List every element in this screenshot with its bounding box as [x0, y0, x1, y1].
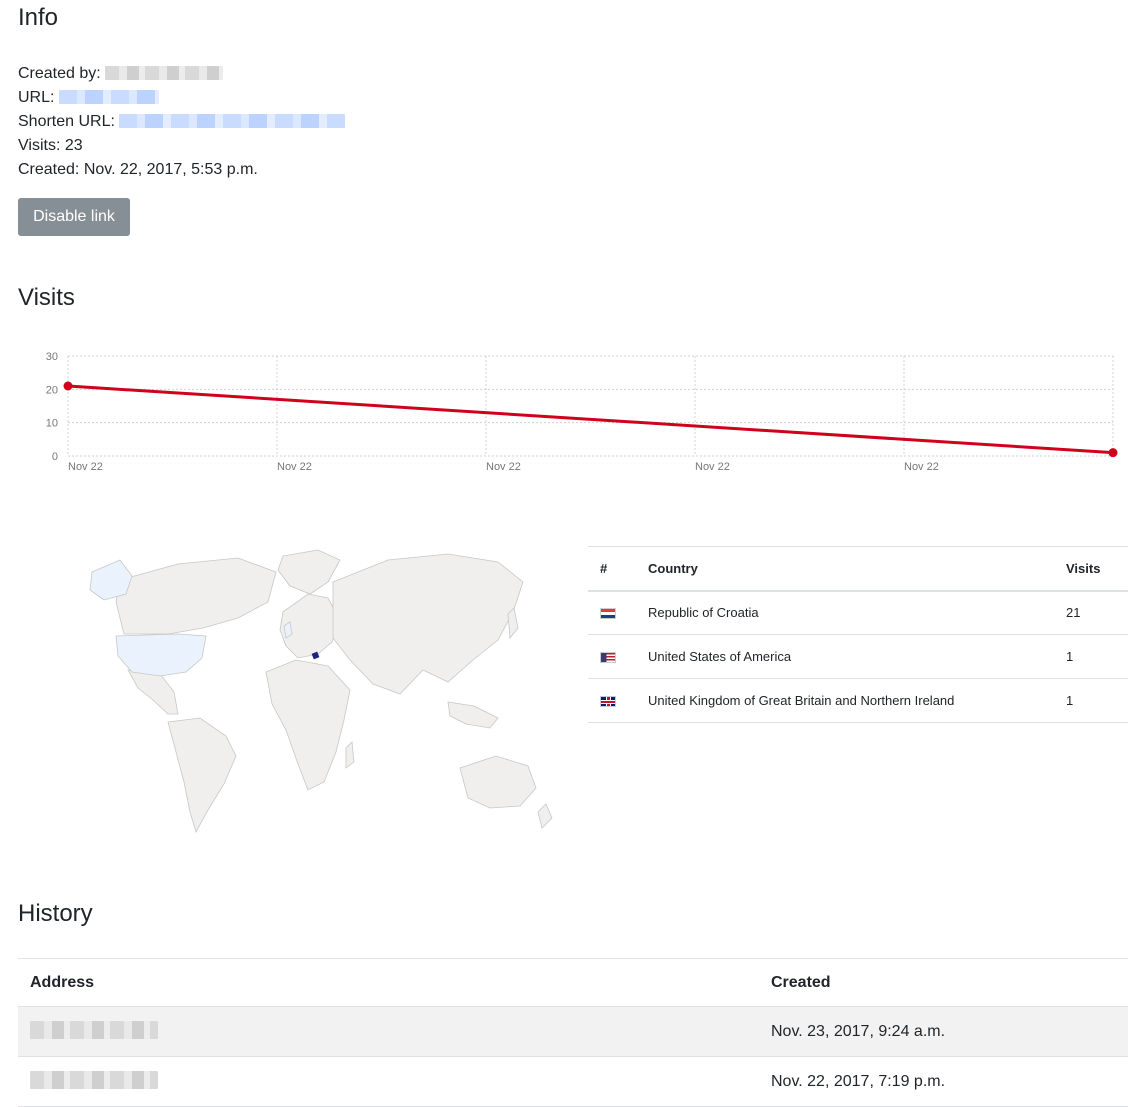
shorten-url-row: Shorten URL: [18, 110, 346, 134]
created-date: Created: Nov. 22, 2017, 5:53 p.m. [18, 161, 258, 178]
map-japan [507, 607, 519, 640]
visits-heading: Visits [18, 284, 75, 311]
countries-table-header: # Country Visits [588, 546, 1128, 591]
map-greenland [277, 549, 341, 595]
map-asia [332, 553, 524, 695]
created-cell: Nov. 22, 2017, 7:19 p.m. [771, 1072, 946, 1090]
address-cell [18, 1007, 759, 1057]
country-cell: United Kingdom of Great Britain and Nort… [648, 693, 955, 708]
y-tick-label: 30 [46, 351, 58, 363]
world-map [89, 549, 553, 834]
visits-chart: 0 10 20 30 Nov 22 Nov 22 Nov 22 Nov 22 Nov 22 [46, 351, 1118, 473]
info-details: Created by: URL: Shorten URL: Visits: 23… [18, 62, 346, 182]
url-link-redacted[interactable] [58, 90, 159, 104]
x-tick-label: Nov 22 [277, 461, 312, 473]
table-row: Nov. 22, 2017, 7:19 p.m. [18, 1057, 1128, 1107]
address-cell [18, 1057, 759, 1107]
visits-cell: 21 [1066, 605, 1081, 621]
map-madagascar [345, 741, 355, 769]
countries-table: # Country Visits Republic of Croatia 21 … [588, 546, 1128, 723]
history-table: Address Created Nov. 23, 2017, 9:24 a.m.… [18, 958, 1128, 1107]
data-point [1108, 448, 1118, 458]
table-row: United Kingdom of Great Britain and Nort… [588, 679, 1128, 723]
visits-count: Visits: 23 [18, 137, 83, 154]
map-new-zealand [537, 803, 553, 829]
col-rank-header[interactable]: # [588, 547, 636, 591]
flag-cell [588, 679, 636, 723]
country-cell: United States of America [648, 649, 792, 664]
x-tick-label: Nov 22 [68, 461, 103, 473]
flag-cell [588, 591, 636, 635]
y-tick-label: 20 [46, 384, 58, 396]
y-tick-label: 0 [52, 451, 58, 463]
url-label: URL: [18, 89, 55, 106]
created-cell: Nov. 23, 2017, 9:24 a.m. [771, 1022, 946, 1040]
uk-flag-icon [600, 696, 616, 708]
usa-flag-icon [600, 652, 616, 664]
created-by-label: Created by: [18, 65, 101, 82]
map-usa [115, 633, 207, 677]
url-row: URL: [18, 86, 345, 110]
col-country-header[interactable]: Country [636, 547, 1054, 591]
col-created-header[interactable]: Created [759, 959, 1128, 1007]
history-heading: History [18, 900, 93, 927]
map-canada [115, 557, 277, 635]
table-row: Nov. 23, 2017, 9:24 a.m. [18, 1006, 1128, 1057]
x-tick-label: Nov 22 [486, 461, 521, 473]
x-tick-label: Nov 22 [904, 461, 939, 473]
y-tick-label: 10 [46, 418, 58, 430]
map-australia [459, 755, 537, 809]
col-visits-header[interactable]: Visits [1054, 547, 1128, 591]
map-africa [265, 659, 351, 791]
country-cell: Republic of Croatia [648, 605, 759, 621]
created-by-row: Created by: [18, 62, 345, 86]
map-alaska [89, 559, 133, 601]
data-point [63, 381, 73, 391]
map-southeast-asia [447, 701, 499, 729]
col-address-header[interactable]: Address [18, 959, 759, 1007]
series-line [67, 384, 1114, 455]
address-redacted [30, 1071, 158, 1089]
address-redacted [30, 1021, 158, 1039]
visits-cell: 1 [1066, 693, 1074, 708]
info-heading: Info [18, 4, 59, 31]
shorten-url-link-redacted[interactable] [119, 114, 346, 128]
flag-cell [588, 635, 636, 679]
visits-cell: 1 [1066, 649, 1074, 664]
history-table-header: Address Created [18, 958, 1128, 1007]
map-central-america [127, 669, 179, 715]
created-by-redacted [105, 66, 224, 80]
table-row: Republic of Croatia 21 [588, 591, 1128, 635]
croatia-flag-icon [600, 608, 616, 620]
shorten-url-label: Shorten URL: [18, 113, 115, 130]
map-south-america [167, 717, 237, 834]
disable-link-button[interactable]: Disable link [18, 198, 130, 236]
table-row: United States of America 1 [588, 635, 1128, 679]
x-tick-label: Nov 22 [695, 461, 730, 473]
